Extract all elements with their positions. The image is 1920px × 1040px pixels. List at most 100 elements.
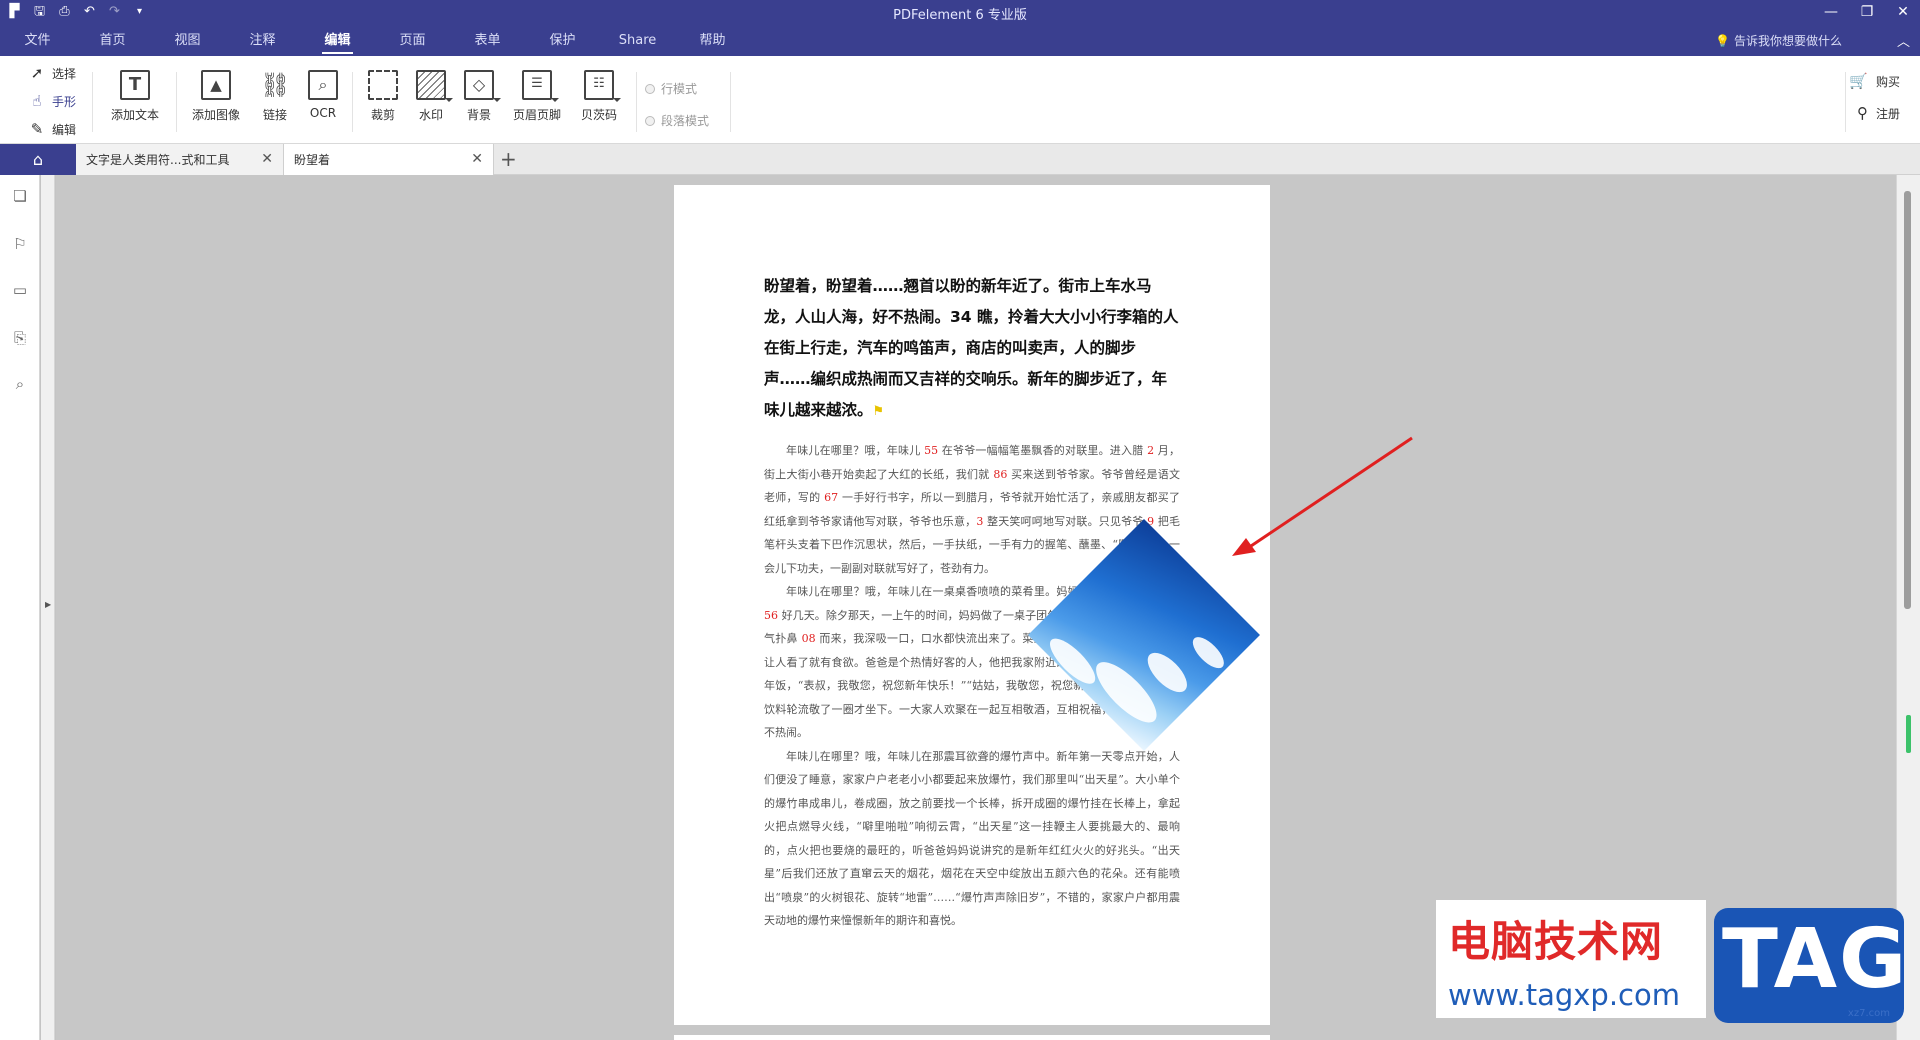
edit-icon: ✎: [30, 120, 44, 138]
document-tab-2[interactable]: 盼望着 ✕: [284, 144, 494, 175]
tell-me-search[interactable]: 💡 告诉我你想要做什么: [1715, 32, 1842, 49]
menu-file[interactable]: 文件: [0, 25, 75, 56]
close-icon[interactable]: ✕: [1892, 2, 1914, 22]
register-button[interactable]: ⚲ 注册: [1857, 104, 1900, 122]
scrollbar-thumb[interactable]: [1904, 191, 1911, 609]
thumbnails-icon[interactable]: ❏: [11, 187, 29, 205]
text-run: 在爷爷一幅幅笔墨飘香的对联里。进入腊: [938, 444, 1148, 457]
sidebar-toggle-strip[interactable]: ▶: [41, 175, 55, 1040]
menu-home[interactable]: 首页: [75, 25, 150, 56]
menu-share[interactable]: Share: [600, 25, 675, 56]
paragraph-mode-radio[interactable]: 段落模式: [645, 112, 709, 129]
line-mode-label: 行模式: [661, 82, 698, 96]
separator: [1845, 72, 1846, 132]
separator: [176, 72, 177, 132]
document-tab-2-label: 盼望着: [294, 153, 331, 167]
scroll-position-indicator: [1906, 715, 1911, 753]
search-icon[interactable]: ⌕: [11, 375, 29, 393]
ocr-button[interactable]: ⌕ OCR: [294, 70, 352, 120]
highlighted-number: 86: [993, 467, 1008, 481]
watermark-url: www.tagxp.com: [1448, 978, 1680, 1012]
add-text-icon: T: [120, 70, 150, 100]
watermark-small-url: xz7.com: [1847, 1008, 1890, 1019]
ribbon-toolbar: ➚ 选择 ☝ 手形 ✎ 编辑 T 添加文本 ▲ 添加图像 ⛓ 链接 ⌕ OCR …: [0, 56, 1920, 144]
comment-marker-icon[interactable]: ⚑: [873, 404, 885, 419]
mode-select[interactable]: ➚ 选择: [28, 63, 76, 83]
home-tab[interactable]: ⌂: [0, 144, 76, 175]
separator: [352, 72, 353, 132]
separator: [730, 72, 731, 132]
key-icon: ⚲: [1856, 104, 1868, 122]
ocr-label: OCR: [309, 106, 337, 120]
paragraph-3[interactable]: 年味儿在哪里？哦，年味儿在那震耳欲聋的爆竹声中。新年第一天零点开始，人们便没了睡…: [764, 745, 1180, 933]
menu-comment[interactable]: 注释: [225, 25, 300, 56]
expand-panel-icon[interactable]: ▶: [45, 600, 51, 609]
bates-label: 贝茨码: [580, 108, 617, 122]
highlighted-number: 67: [824, 491, 839, 504]
text-run: 年味儿在哪里？哦，年味儿: [786, 444, 925, 457]
line-mode-radio[interactable]: 行模式: [645, 80, 697, 97]
document-tab-1[interactable]: 文字是人类用符...式和工具 ✕: [76, 144, 284, 175]
header-footer-button[interactable]: ☰ 页眉页脚: [508, 70, 566, 123]
background-label: 背景: [466, 108, 491, 122]
bates-button[interactable]: ☷ 贝茨码: [570, 70, 628, 123]
header-footer-label: 页眉页脚: [512, 108, 561, 122]
close-tab-icon[interactable]: ✕: [261, 151, 273, 167]
add-image-label: 添加图像: [191, 108, 240, 122]
new-tab-button[interactable]: +: [500, 148, 517, 170]
add-image-icon: ▲: [201, 70, 231, 100]
cursor-icon: ➚: [30, 64, 44, 82]
bookmark-icon[interactable]: ⚐: [11, 235, 29, 253]
pdf-page-next[interactable]: [674, 1035, 1270, 1040]
mode-select-label: 选择: [52, 66, 77, 81]
text-run: 年味儿在哪里？哦，年味儿在那震耳欲聋的爆竹声中。新年第一天零点开始，人们便没了睡…: [764, 749, 1180, 928]
background-icon: ◇: [464, 70, 501, 102]
background-button[interactable]: ◇ 背景: [450, 70, 508, 123]
pdf-page[interactable]: 盼望着，盼望着……翘首以盼的新年近了。街市上车水马龙，人山人海，好不热闹。34 …: [674, 185, 1270, 1025]
maximize-icon[interactable]: ❐: [1856, 2, 1878, 22]
close-tab-icon[interactable]: ✕: [471, 151, 483, 167]
tag-badge-logo: TAG xz7.com: [1714, 908, 1906, 1023]
separator: [636, 72, 637, 132]
menu-view[interactable]: 视图: [150, 25, 225, 56]
menu-protect[interactable]: 保护: [525, 25, 600, 56]
watermark-icon: [416, 70, 453, 102]
add-text-label: 添加文本: [110, 108, 159, 122]
link-icon: ⛓: [260, 71, 291, 99]
site-watermark: 电脑技术网 www.tagxp.com TAG xz7.com: [1436, 900, 1920, 1030]
menu-bar: 文件 首页 视图 注释 编辑 页面 表单 保护 Share 帮助 💡 告诉我你想…: [0, 25, 1920, 56]
tell-me-label: 告诉我你想要做什么: [1733, 34, 1842, 48]
document-tab-1-label: 文字是人类用符...式和工具: [86, 153, 230, 167]
menu-help[interactable]: 帮助: [675, 25, 750, 56]
watermark-title: 电脑技术网: [1448, 917, 1664, 966]
document-heading[interactable]: 盼望着，盼望着……翘首以盼的新年近了。街市上车水马龙，人山人海，好不热闹。34 …: [764, 271, 1180, 427]
separator: [92, 72, 93, 132]
mode-edit-label: 编辑: [52, 122, 77, 137]
collapse-ribbon-icon[interactable]: ︿: [1897, 31, 1910, 50]
hand-icon: ☝: [32, 92, 42, 110]
ocr-icon: ⌕: [308, 70, 338, 100]
tag-badge-text: TAG: [1722, 912, 1909, 1007]
mode-hand[interactable]: ☝ 手形: [28, 91, 76, 111]
watermark-text-box: 电脑技术网 www.tagxp.com: [1436, 900, 1706, 1018]
bates-icon: ☷: [584, 70, 621, 102]
menu-form[interactable]: 表单: [450, 25, 525, 56]
mode-edit[interactable]: ✎ 编辑: [28, 119, 76, 139]
buy-button[interactable]: 🛒 购买: [1849, 72, 1900, 90]
menu-page[interactable]: 页面: [375, 25, 450, 56]
add-image-button[interactable]: ▲ 添加图像: [187, 70, 245, 123]
minimize-icon[interactable]: —: [1820, 2, 1842, 22]
left-sidebar: ❏ ⚐ ▭ ⎘ ⌕: [0, 175, 40, 1040]
text-run: 整天笑呵呵地写对联。只见爷爷: [983, 514, 1148, 528]
edit-mode-group: ➚ 选择 ☝ 手形 ✎ 编辑: [28, 63, 76, 139]
heading-text: 盼望着，盼望着……翘首以盼的新年近了。街市上车水马龙，人山人海，好不热闹。34 …: [764, 277, 1179, 419]
menu-edit[interactable]: 编辑: [300, 25, 375, 56]
header-footer-icon: ☰: [522, 70, 559, 102]
title-bar: ▛ 🖫 ⎙ ↶ ↷ ▾ PDFelement 6 专业版 — ❐ ✕: [0, 0, 1920, 25]
add-text-button[interactable]: T 添加文本: [106, 70, 164, 123]
paragraph-mode-label: 段落模式: [661, 114, 710, 128]
attachment-icon[interactable]: ⎘: [11, 329, 29, 347]
home-icon: ⌂: [32, 150, 44, 169]
comment-icon[interactable]: ▭: [11, 281, 29, 299]
cart-icon: 🛒: [1849, 72, 1868, 90]
